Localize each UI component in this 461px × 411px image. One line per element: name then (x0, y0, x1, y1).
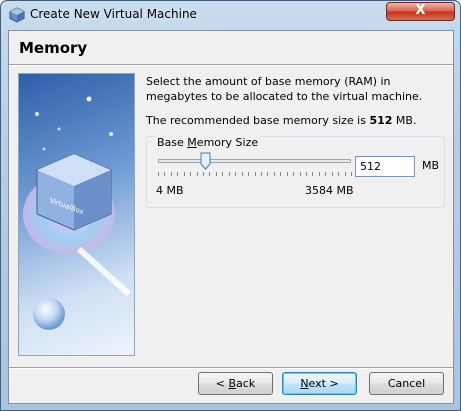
slider-tick (261, 172, 262, 176)
slider-tick (177, 172, 178, 176)
dialog-window: Create New Virtual Machine X Memory Virt… (0, 0, 461, 411)
recommended-suffix: MB. (392, 114, 417, 127)
slider-tick (300, 172, 301, 176)
back-button-prefix: < (215, 377, 229, 390)
memory-slider-track[interactable] (158, 159, 351, 163)
close-button[interactable]: X (386, 2, 455, 21)
slider-tick (203, 172, 204, 176)
window-title: Create New Virtual Machine (30, 7, 197, 21)
slider-tick (222, 172, 223, 176)
slider-tick (274, 172, 275, 176)
slider-tick (171, 172, 172, 176)
slider-tick (158, 172, 159, 176)
title-bar[interactable]: Create New Virtual Machine X (1, 1, 460, 29)
back-button[interactable]: < Back (198, 372, 273, 395)
memory-max-label: 3584 MB (305, 184, 354, 197)
virtualbox-cube-disc-illustration: VirtualBox (18, 73, 135, 356)
base-memory-group-label: Base Memory Size (154, 136, 262, 149)
header-divider (9, 64, 453, 66)
recommended-prefix: The recommended base memory size is (146, 114, 370, 127)
slider-tick (190, 172, 191, 176)
next-button-label: ext > (308, 377, 339, 390)
slider-tick (197, 172, 198, 176)
memory-min-label: 4 MB (156, 184, 184, 197)
slider-tick (332, 172, 333, 176)
close-icon: X (415, 3, 426, 18)
memory-slider-thumb[interactable] (200, 152, 211, 170)
virtualbox-logo-icon (9, 7, 25, 23)
cancel-button[interactable]: Cancel (369, 372, 444, 395)
memory-slider-ticks (158, 172, 352, 177)
slider-tick (229, 172, 230, 176)
group-label-part: Base (157, 136, 188, 149)
group-label-accelerator: M (187, 136, 197, 149)
slider-tick (164, 172, 165, 176)
slider-tick (345, 172, 346, 176)
slider-tick (351, 172, 352, 176)
slider-tick (325, 172, 326, 176)
slider-tick (209, 172, 210, 176)
dialog-client-area: Memory VirtualBox Select the amount of b… (8, 30, 454, 404)
memory-size-input[interactable]: 512 (355, 156, 415, 177)
recommended-memory-text: The recommended base memory size is 512 … (146, 114, 416, 127)
next-button-accelerator: N (300, 377, 309, 390)
back-button-accelerator: B (228, 377, 237, 390)
recommended-value: 512 (369, 114, 393, 127)
slider-tick (312, 172, 313, 176)
back-button-label: ack (236, 377, 256, 390)
slider-tick (267, 172, 268, 176)
group-label-part: emory Size (196, 136, 259, 149)
slider-tick (248, 172, 249, 176)
slider-tick (306, 172, 307, 176)
slider-tick (287, 172, 288, 176)
footer-divider (9, 367, 453, 369)
slider-tick (184, 172, 185, 176)
slider-tick (319, 172, 320, 176)
slider-tick (280, 172, 281, 176)
slider-tick (255, 172, 256, 176)
slider-tick (216, 172, 217, 176)
slider-tick (293, 172, 294, 176)
illustration-art: VirtualBox (23, 96, 132, 330)
next-button[interactable]: Next > (282, 372, 357, 395)
slider-tick (338, 172, 339, 176)
page-description: Select the amount of base memory (RAM) i… (146, 75, 423, 103)
slider-tick (242, 172, 243, 176)
page-title: Memory (19, 39, 88, 57)
memory-unit-label: MB (422, 159, 440, 172)
slider-tick (235, 172, 236, 176)
